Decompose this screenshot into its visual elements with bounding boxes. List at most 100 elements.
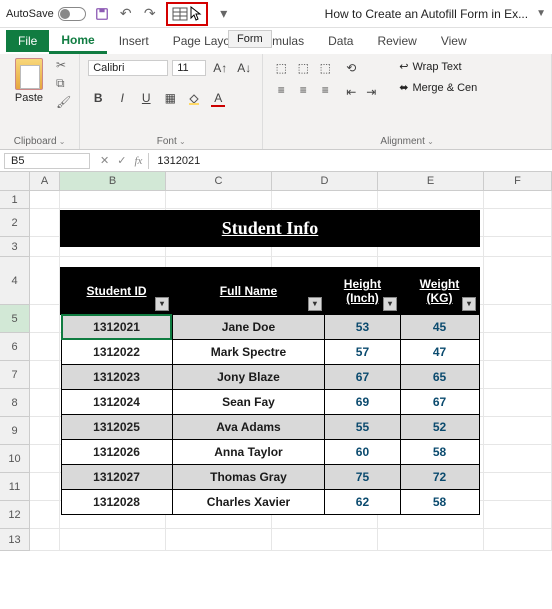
- cell[interactable]: [166, 529, 272, 551]
- table-row[interactable]: 1312023Jony Blaze6765: [61, 365, 479, 390]
- form-button-highlighted[interactable]: [166, 2, 208, 26]
- cell[interactable]: [484, 191, 552, 209]
- fill-color-button[interactable]: [184, 88, 204, 108]
- redo-icon[interactable]: ↷: [142, 6, 158, 22]
- table-row[interactable]: 1312022Mark Spectre5747: [61, 340, 479, 365]
- save-icon[interactable]: [94, 6, 110, 22]
- name-box[interactable]: B5: [4, 153, 90, 169]
- cell[interactable]: [30, 257, 60, 305]
- column-header[interactable]: F: [484, 172, 552, 190]
- font-color-button[interactable]: A: [208, 88, 228, 108]
- table-cell[interactable]: 72: [400, 465, 479, 490]
- border-button[interactable]: ▦: [160, 88, 180, 108]
- row-header[interactable]: 10: [0, 445, 30, 473]
- row-header[interactable]: 7: [0, 361, 30, 389]
- cell[interactable]: [272, 191, 378, 209]
- cell[interactable]: [60, 529, 166, 551]
- column-header[interactable]: E: [378, 172, 484, 190]
- formula-bar[interactable]: 1312021: [148, 153, 552, 169]
- table-cell[interactable]: 52: [400, 415, 479, 440]
- row-header[interactable]: 9: [0, 417, 30, 445]
- table-cell[interactable]: 1312021: [61, 314, 172, 340]
- table-cell[interactable]: 69: [325, 390, 400, 415]
- qat-dropdown-icon[interactable]: ▾: [216, 6, 232, 22]
- increase-font-icon[interactable]: A↑: [210, 58, 230, 78]
- filter-dropdown-icon[interactable]: ▾: [462, 297, 476, 311]
- filter-dropdown-icon[interactable]: ▾: [155, 297, 169, 311]
- table-row[interactable]: 1312025Ava Adams5552: [61, 415, 479, 440]
- cell[interactable]: [30, 333, 60, 361]
- orientation-icon[interactable]: ⟲: [341, 58, 361, 78]
- font-name-select[interactable]: Calibri: [88, 60, 168, 76]
- table-cell[interactable]: 75: [325, 465, 400, 490]
- cell[interactable]: [30, 529, 60, 551]
- cell[interactable]: [30, 501, 60, 529]
- select-all-corner[interactable]: [0, 172, 30, 190]
- cell[interactable]: [30, 417, 60, 445]
- table-cell[interactable]: 1312025: [61, 415, 172, 440]
- cell[interactable]: [484, 305, 552, 333]
- paste-button[interactable]: Paste: [8, 58, 50, 104]
- filter-dropdown-icon[interactable]: ▾: [383, 297, 397, 311]
- filter-dropdown-icon[interactable]: ▾: [308, 297, 322, 311]
- column-header[interactable]: C: [166, 172, 272, 190]
- row-header[interactable]: 3: [0, 237, 30, 257]
- table-cell[interactable]: 58: [400, 490, 479, 515]
- title-dropdown-icon[interactable]: ▼: [536, 8, 546, 19]
- table-cell[interactable]: 62: [325, 490, 400, 515]
- cell[interactable]: [484, 257, 552, 305]
- table-cell[interactable]: Jony Blaze: [172, 365, 325, 390]
- table-cell[interactable]: 1312023: [61, 365, 172, 390]
- table-cell[interactable]: 53: [325, 314, 400, 340]
- cell[interactable]: [484, 501, 552, 529]
- table-cell[interactable]: 1312027: [61, 465, 172, 490]
- row-header[interactable]: 6: [0, 333, 30, 361]
- cell[interactable]: [30, 209, 60, 237]
- table-cell[interactable]: 65: [400, 365, 479, 390]
- cell[interactable]: [484, 389, 552, 417]
- cell[interactable]: [30, 445, 60, 473]
- cell[interactable]: [484, 445, 552, 473]
- cell[interactable]: [30, 473, 60, 501]
- row-header[interactable]: 12: [0, 501, 30, 529]
- row-header[interactable]: 5: [0, 305, 30, 333]
- table-row[interactable]: 1312028Charles Xavier6258: [61, 490, 479, 515]
- table-cell[interactable]: 1312028: [61, 490, 172, 515]
- fx-icon[interactable]: fx: [134, 155, 142, 167]
- tab-view[interactable]: View: [429, 30, 479, 52]
- decrease-indent-icon[interactable]: ⇤: [341, 82, 361, 102]
- table-cell[interactable]: Charles Xavier: [172, 490, 325, 515]
- cell[interactable]: [166, 191, 272, 209]
- italic-button[interactable]: I: [112, 88, 132, 108]
- table-cell[interactable]: 57: [325, 340, 400, 365]
- cell[interactable]: [378, 191, 484, 209]
- cell[interactable]: [484, 361, 552, 389]
- file-tab[interactable]: File: [6, 30, 49, 52]
- cell[interactable]: [60, 191, 166, 209]
- cell[interactable]: [484, 529, 552, 551]
- column-header[interactable]: B: [60, 172, 166, 190]
- cell[interactable]: [30, 191, 60, 209]
- table-row[interactable]: 1312021Jane Doe5345: [61, 314, 479, 340]
- undo-icon[interactable]: ↶: [118, 6, 134, 22]
- autosave-toggle[interactable]: AutoSave: [6, 7, 86, 21]
- table-cell[interactable]: Ava Adams: [172, 415, 325, 440]
- table-cell[interactable]: 58: [400, 440, 479, 465]
- row-header[interactable]: 13: [0, 529, 30, 551]
- align-top-icon[interactable]: ⬚: [271, 58, 291, 78]
- cell[interactable]: [484, 209, 552, 237]
- tab-data[interactable]: Data: [316, 30, 365, 52]
- table-cell[interactable]: Jane Doe: [172, 314, 325, 340]
- align-middle-icon[interactable]: ⬚: [293, 58, 313, 78]
- table-cell[interactable]: 1312022: [61, 340, 172, 365]
- column-header[interactable]: D: [272, 172, 378, 190]
- align-right-icon[interactable]: ≡: [315, 80, 335, 100]
- format-painter-icon[interactable]: 🖌: [56, 95, 71, 109]
- underline-button[interactable]: U: [136, 88, 156, 108]
- table-cell[interactable]: Thomas Gray: [172, 465, 325, 490]
- row-header[interactable]: 11: [0, 473, 30, 501]
- table-cell[interactable]: 67: [400, 390, 479, 415]
- table-cell[interactable]: Anna Taylor: [172, 440, 325, 465]
- cell[interactable]: [30, 237, 60, 257]
- merge-center-button[interactable]: ⬌ Merge & Cen: [395, 79, 481, 96]
